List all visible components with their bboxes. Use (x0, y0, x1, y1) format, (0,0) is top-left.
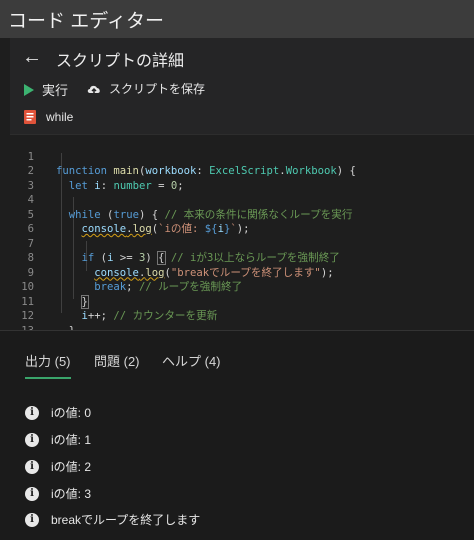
code-line: 11 i++; // カウンターを更新 (10, 280, 474, 323)
output-text: iの値: 3 (51, 487, 92, 501)
code-editor[interactable]: 1 function main(workbook: ExcelScript.Wo… (10, 134, 474, 352)
script-details-header: ← スクリプトの詳細 実行 スクリプトを保存 while (10, 38, 474, 134)
output-text: iの値: 2 (51, 460, 92, 474)
code-line: 12 } (10, 295, 474, 337)
tab-problems[interactable]: 問題 (2) (94, 351, 140, 370)
info-icon: i (25, 432, 39, 447)
app-title-bar: コード エディター (0, 0, 474, 38)
output-item: i iの値: 3 (25, 485, 91, 502)
code-line: 2 let i: number = 0; (10, 150, 474, 192)
tab-help[interactable]: ヘルプ (4) (162, 351, 221, 370)
app-title: コード エディター (8, 11, 164, 32)
code-line: 9 break; // ループを強制終了 (10, 251, 474, 294)
output-text: iの値: 1 (51, 433, 92, 447)
play-icon (24, 83, 34, 96)
page-title: スクリプトの詳細 (56, 53, 185, 70)
code-line: 1 function main(workbook: ExcelScript.Wo… (10, 135, 474, 178)
output-text: breakでループを終了します (51, 513, 201, 527)
code-line: 8 console.log("breakでループを終了します"); (10, 237, 474, 279)
save-script-label: スクリプトを保存 (109, 82, 206, 96)
code-line: 7 if (i >= 3) { // iが3以上ならループを強制終了 (10, 222, 474, 265)
info-icon: i (25, 486, 39, 501)
script-file-name: while (24, 110, 73, 124)
output-item: i breakでループを終了します (25, 511, 200, 528)
output-item: i iの値: 1 (25, 431, 91, 448)
info-icon: i (25, 405, 39, 420)
code-line: 4 while (true) { // 本来の条件に関係なくループを実行 (10, 179, 474, 221)
script-file-icon (24, 110, 36, 124)
code-line: 13 } (10, 309, 474, 352)
file-name-label: while (46, 110, 74, 124)
info-icon: i (25, 459, 39, 474)
run-button[interactable]: 実行 (24, 80, 68, 99)
tab-output[interactable]: 出力 (5) (25, 351, 71, 370)
output-item: i iの値: 2 (25, 458, 91, 475)
code-line: 5 console.log(`iの値: ${i}`); (10, 193, 474, 236)
active-tab-indicator (25, 377, 71, 379)
cloud-save-icon (87, 85, 100, 94)
save-script-button[interactable]: スクリプトを保存 (86, 80, 205, 97)
back-arrow-icon[interactable]: ← (22, 46, 42, 69)
info-icon: i (25, 512, 39, 527)
output-item: i iの値: 0 (25, 404, 91, 421)
code-line: 6 (10, 208, 474, 235)
output-panel: 出力 (5) 問題 (2) ヘルプ (4) i iの値: 0 i iの値: 1 … (0, 330, 474, 540)
code-line: 3 (10, 164, 474, 192)
run-button-label: 実行 (42, 83, 69, 98)
output-text: iの値: 0 (51, 406, 92, 420)
code-line: 10 } (10, 266, 474, 309)
